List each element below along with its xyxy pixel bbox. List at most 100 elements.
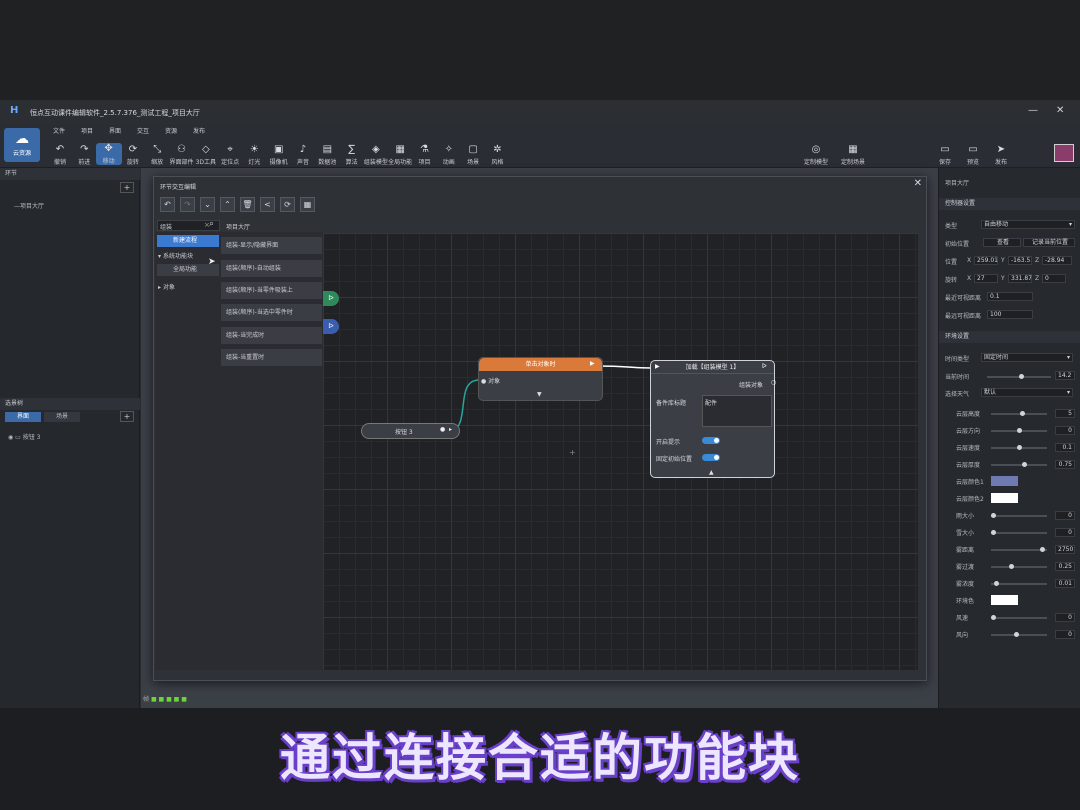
- function-item[interactable]: 组装-显示/隐藏界面: [221, 237, 322, 255]
- redo-button[interactable]: ↷: [180, 197, 195, 212]
- env-slider-input[interactable]: 0.01: [1055, 579, 1075, 588]
- dialog-title: 环节交互编辑: [160, 184, 197, 191]
- add-scene-button[interactable]: +: [120, 411, 134, 422]
- object-out-arrow: ▸: [449, 426, 453, 433]
- color-swatch[interactable]: [991, 493, 1018, 503]
- collapse-node-icon[interactable]: ▲: [709, 469, 714, 476]
- toolbar-right-button[interactable]: ▭ 预览: [960, 144, 986, 166]
- function-item[interactable]: 组装(顺序)-自动组装: [221, 260, 322, 278]
- function-list: 组装-显示/隐藏界面 组装(顺序)-自动组装 组装(顺序)-当零件吸装上 组装(…: [221, 232, 323, 670]
- env-slider-input[interactable]: 0: [1055, 613, 1075, 622]
- chevron-right-icon: ▸: [158, 284, 162, 291]
- chevron-down-icon: ▾: [158, 253, 162, 260]
- env-slider-input[interactable]: 2750: [1055, 545, 1075, 554]
- env-slider[interactable]: [991, 462, 1047, 467]
- env-slider-input[interactable]: 0: [1055, 511, 1075, 520]
- tool-group-right: ◎ 定制模型 ▦ 定制场景 ▭ 保存 ▭ 预览 ➤ 发布: [0, 124, 1080, 168]
- search-icon[interactable]: ⌕: [209, 219, 214, 229]
- env-slider-input[interactable]: 0: [1055, 426, 1075, 435]
- function-item[interactable]: 组装-当重置时: [221, 349, 322, 367]
- env-slider[interactable]: [991, 428, 1047, 433]
- env-slider[interactable]: [991, 615, 1047, 620]
- left-panel: 环节 + —项目大厅 选景树 界面 场景 + ◉ ▭ 按钮 3: [0, 168, 140, 708]
- env-slider[interactable]: [991, 581, 1047, 586]
- tree-objects[interactable]: ▸ 对象: [158, 282, 175, 291]
- function-item[interactable]: 组装(顺序)-当选中零件时: [221, 304, 322, 322]
- env-slider[interactable]: [991, 547, 1047, 552]
- toolbar-right-button[interactable]: ➤ 发布: [988, 144, 1014, 166]
- field-label: 备件库标题: [656, 400, 687, 407]
- node-load-assembly[interactable]: 加载【组装模型 1】 ▶ ᐅ 组装对象 ○ 备件库标题 配件 开启提示 固定初始…: [650, 360, 776, 478]
- tree-item-lobby[interactable]: —项目大厅: [14, 201, 44, 210]
- tab-scene[interactable]: 场景: [44, 412, 80, 422]
- env-slider[interactable]: [991, 564, 1047, 569]
- env-slider-label: 云层速度: [956, 445, 981, 452]
- env-slider-input[interactable]: 0: [1055, 630, 1075, 639]
- expand-node-icon[interactable]: ▼: [537, 391, 542, 398]
- env-slider[interactable]: [991, 632, 1047, 637]
- fixed-pos-toggle[interactable]: [702, 454, 720, 461]
- color-label: 环境色: [956, 598, 975, 605]
- collapse-down-button[interactable]: ⌄: [200, 197, 215, 212]
- env-slider-label: 雨大小: [956, 513, 975, 520]
- tab-ui[interactable]: 界面: [5, 412, 41, 422]
- node-button3[interactable]: 按钮 3 ● ▸: [361, 423, 460, 439]
- env-slider-label: 雪大小: [956, 530, 975, 537]
- env-slider-label: 雾距离: [956, 547, 975, 554]
- env-slider[interactable]: [991, 513, 1047, 518]
- avatar[interactable]: [1054, 144, 1074, 162]
- dialog-close-button[interactable]: ✕: [914, 178, 922, 189]
- exec-out-port[interactable]: ▶: [590, 360, 595, 367]
- function-item[interactable]: 组装-当完成时: [221, 327, 322, 345]
- node-graph-canvas[interactable]: [323, 233, 918, 670]
- hint-toggle[interactable]: [702, 437, 720, 444]
- partial-node-exec-2[interactable]: ᐅ: [323, 319, 339, 334]
- video-top-bar: [0, 0, 1080, 100]
- function-item[interactable]: 组装(顺序)-当零件吸装上: [221, 282, 322, 300]
- share-button[interactable]: <: [260, 197, 275, 212]
- function-tree: 新建流程 ▾ 系统功能块 全局功能 ▸ 对象: [155, 232, 221, 670]
- env-slider[interactable]: [991, 411, 1047, 416]
- minimize-button[interactable]: —: [1028, 105, 1038, 116]
- color-swatch[interactable]: [991, 595, 1018, 605]
- tree-new-flow[interactable]: 新建流程: [157, 235, 219, 247]
- env-slider-label: 风向: [956, 632, 969, 639]
- toolbar-right-button[interactable]: ▭ 保存: [932, 144, 958, 166]
- app-logo: H: [10, 105, 19, 116]
- library-title-input[interactable]: 配件: [702, 395, 772, 427]
- add-stage-button[interactable]: +: [120, 182, 134, 193]
- mouse-cursor-icon: ➤: [208, 257, 216, 267]
- toolbar-right-button[interactable]: ▦ 定制场景: [840, 144, 866, 166]
- refresh-button[interactable]: ⟳: [280, 197, 295, 212]
- tree-system-blocks[interactable]: ▾ 系统功能块: [158, 251, 193, 260]
- exec-in-port[interactable]: ▶: [655, 363, 660, 370]
- env-slider-input[interactable]: 5: [1055, 409, 1075, 418]
- env-slider-input[interactable]: 0.1: [1055, 443, 1075, 452]
- close-button[interactable]: ✕: [1056, 105, 1064, 116]
- env-slider-input[interactable]: 0: [1055, 528, 1075, 537]
- object-in-port[interactable]: ● 对象: [481, 376, 500, 385]
- object-out-port[interactable]: ●: [440, 426, 445, 433]
- grid-toggle-button[interactable]: ▦: [300, 197, 315, 212]
- partial-node-exec-1[interactable]: ᐅ: [323, 291, 339, 306]
- node-on-click-object[interactable]: 单击对象时 ▶ ● 对象 ▼: [478, 357, 603, 401]
- exec-out-port[interactable]: ᐅ: [762, 363, 767, 370]
- env-slider[interactable]: [991, 445, 1047, 450]
- toggle2-label: 固定初始位置: [656, 456, 693, 463]
- expand-up-button[interactable]: ⌃: [220, 197, 235, 212]
- title-bar: H 恒点互动课件编辑软件_2.5.7.376_测试工程_项目大厅 — ✕: [0, 100, 1080, 124]
- toolbar-icon: ▦: [848, 144, 858, 155]
- breadcrumb: 项目大厅: [226, 224, 251, 231]
- toolbar-right-button[interactable]: ◎ 定制模型: [803, 144, 829, 166]
- env-slider-label: 雾浓度: [956, 581, 975, 588]
- color-swatch[interactable]: [991, 476, 1018, 486]
- eye-icon[interactable]: ◉: [8, 434, 13, 441]
- delete-button[interactable]: 🗑: [240, 197, 255, 212]
- env-slider[interactable]: [991, 530, 1047, 535]
- undo-button[interactable]: ↶: [160, 197, 175, 212]
- scene-item-button3[interactable]: ◉ ▭ 按钮 3: [8, 432, 40, 441]
- env-slider-label: 云层高度: [956, 411, 981, 418]
- env-slider-input[interactable]: 0.25: [1055, 562, 1075, 571]
- env-slider-input[interactable]: 0.75: [1055, 460, 1075, 469]
- assembly-out-port[interactable]: ○: [771, 379, 776, 386]
